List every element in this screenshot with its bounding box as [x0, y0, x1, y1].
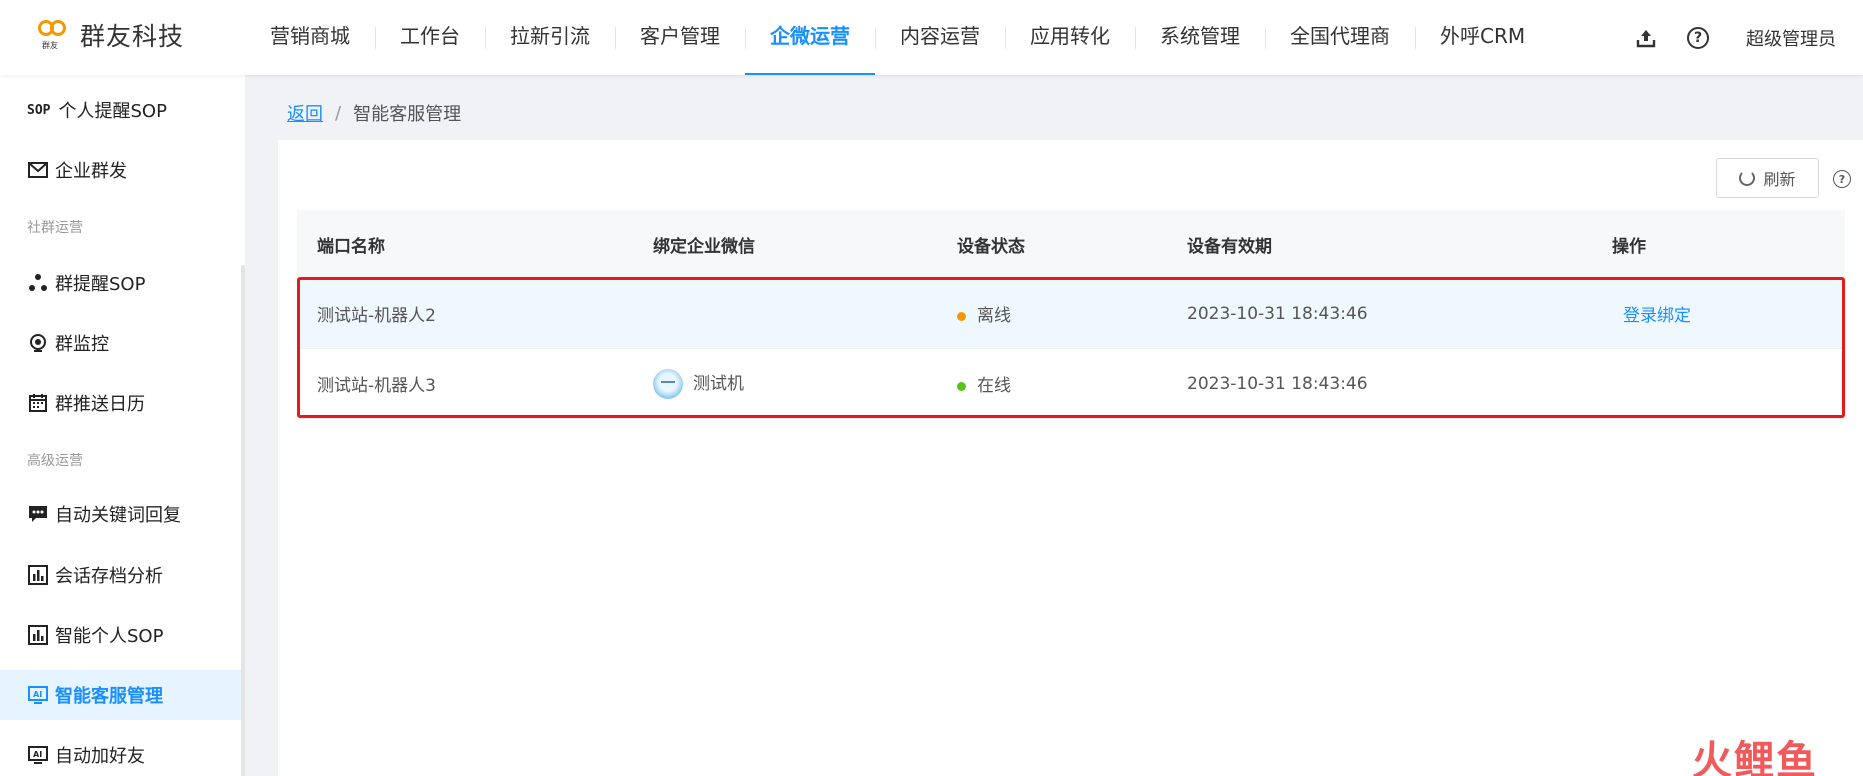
brand-logo[interactable]: 群友 群友科技 — [36, 16, 184, 54]
nav-item-marketing-mall[interactable]: 营销商城 — [245, 0, 375, 75]
sidebar-item-label: 企业群发 — [55, 161, 127, 182]
col-header-expiry: 设备有效期 — [1187, 237, 1272, 257]
refresh-button[interactable]: 刷新 — [1716, 158, 1819, 198]
port-table: 端口名称 绑定企业微信 设备状态 设备有效期 操作 测试站-机器人2 离线 20… — [297, 210, 1845, 419]
breadcrumb: 返回 / 智能客服管理 — [287, 100, 461, 126]
nav-item-app-conversion[interactable]: 应用转化 — [1005, 0, 1135, 75]
port-name: 测试站-机器人2 — [317, 306, 436, 326]
ai-icon: AI — [27, 745, 49, 765]
logo-mark-icon: 群友 — [36, 16, 68, 54]
sidebar-group-advanced: 高级运营 — [27, 453, 83, 469]
sidebar-item-label: 个人提醒SOP — [58, 101, 167, 122]
col-header-action: 操作 — [1612, 237, 1646, 257]
sidebar-item-smart-personal-sop[interactable]: 智能个人SOP — [0, 610, 241, 660]
sidebar-item-session-archive[interactable]: 会话存档分析 — [0, 550, 241, 600]
bound-wecom: 测试机 — [653, 368, 744, 399]
chart-icon — [27, 565, 49, 585]
watermark-logo: 火鲤鱼 — [1692, 738, 1818, 776]
ai-icon: AI — [27, 685, 49, 705]
group-sop-icon — [27, 273, 49, 293]
nav-item-content-ops[interactable]: 内容运营 — [875, 0, 1005, 75]
nav-item-customer-mgmt[interactable]: 客户管理 — [615, 0, 745, 75]
mail-icon — [27, 160, 49, 180]
sidebar-scrollbar[interactable] — [241, 265, 245, 776]
sidebar-item-label: 智能个人SOP — [55, 626, 164, 647]
sidebar-item-keyword-reply[interactable]: 自动关键词回复 — [0, 489, 241, 539]
avatar — [653, 368, 683, 399]
camera-icon — [27, 333, 49, 353]
nav-item-system-mgmt[interactable]: 系统管理 — [1135, 0, 1265, 75]
online-status-dot — [957, 381, 966, 391]
sidebar-item-label: 群监控 — [55, 334, 109, 355]
col-header-port-name: 端口名称 — [317, 237, 385, 257]
user-menu[interactable]: 超级管理员 — [1746, 25, 1836, 51]
sidebar-group-community: 社群运营 — [27, 220, 83, 236]
help-icon[interactable]: ? — [1833, 170, 1851, 188]
main-nav: 营销商城 工作台 拉新引流 客户管理 企微运营 内容运营 应用转化 系统管理 全… — [245, 0, 1550, 75]
col-header-bound-wecom: 绑定企业微信 — [653, 237, 755, 257]
calendar-icon — [27, 393, 49, 413]
help-icon[interactable]: ? — [1686, 26, 1710, 50]
offline-status-dot — [957, 311, 966, 321]
device-status: 离线 — [957, 301, 1011, 326]
sidebar-item-mass-send[interactable]: 企业群发 — [0, 145, 241, 195]
svg-text:AI: AI — [33, 750, 42, 759]
breadcrumb-separator: / — [335, 102, 342, 124]
table-header: 端口名称 绑定企业微信 设备状态 设备有效期 操作 — [297, 210, 1845, 279]
sidebar-item-label: 群提醒SOP — [55, 274, 146, 295]
sidebar-item-label: 自动关键词回复 — [55, 505, 181, 526]
sidebar-item-push-calendar[interactable]: 群推送日历 — [0, 378, 241, 428]
sidebar-item-group-monitor[interactable]: 群监控 — [0, 318, 241, 368]
upload-icon[interactable] — [1634, 26, 1658, 50]
device-status: 在线 — [957, 371, 1011, 396]
svg-text:AI: AI — [33, 690, 42, 699]
sidebar-item-personal-sop[interactable]: SOP 个人提醒SOP — [0, 85, 241, 135]
refresh-label: 刷新 — [1763, 170, 1796, 189]
sidebar: SOP 个人提醒SOP 企业群发 社群运营 群提醒SOP 群监控 群推送日历 高… — [0, 75, 245, 776]
breadcrumb-current: 智能客服管理 — [353, 104, 462, 125]
login-bind-link[interactable]: 登录绑定 — [1623, 301, 1691, 326]
port-name: 测试站-机器人3 — [317, 376, 436, 396]
table-row[interactable]: 测试站-机器人3 测试机 在线 2023-10-31 18:43:46 — [297, 349, 1845, 419]
chart-icon — [27, 625, 49, 645]
sidebar-item-auto-add-friend[interactable]: AI 自动加好友 — [0, 730, 241, 776]
sidebar-item-label: 自动加好友 — [55, 746, 145, 767]
nav-item-acquisition[interactable]: 拉新引流 — [485, 0, 615, 75]
content-card: 刷新 ? 端口名称 绑定企业微信 设备状态 设备有效期 操作 测试站-机器人2 … — [278, 140, 1863, 776]
nav-item-wecom-ops[interactable]: 企微运营 — [745, 0, 875, 75]
device-expiry: 2023-10-31 18:43:46 — [1187, 303, 1368, 324]
brand-name: 群友科技 — [80, 22, 185, 51]
sidebar-item-label: 群推送日历 — [55, 394, 145, 415]
device-expiry: 2023-10-31 18:43:46 — [1187, 373, 1368, 394]
table-row[interactable]: 测试站-机器人2 离线 2023-10-31 18:43:46 登录绑定 — [297, 279, 1845, 349]
sidebar-item-label: 智能客服管理 — [55, 686, 163, 707]
col-header-device-status: 设备状态 — [957, 237, 1025, 257]
nav-item-outbound-crm[interactable]: 外呼CRM — [1415, 0, 1550, 75]
sop-icon: SOP — [27, 102, 51, 118]
sidebar-item-label: 会话存档分析 — [55, 566, 163, 587]
back-link[interactable]: 返回 — [287, 100, 323, 126]
sidebar-item-smart-cs[interactable]: AI 智能客服管理 — [0, 670, 241, 720]
chat-icon — [27, 504, 49, 524]
nav-item-agents[interactable]: 全国代理商 — [1265, 0, 1415, 75]
top-header: 群友 群友科技 营销商城 工作台 拉新引流 客户管理 企微运营 内容运营 应用转… — [0, 0, 1863, 75]
refresh-icon — [1739, 170, 1756, 186]
sidebar-item-group-sop[interactable]: 群提醒SOP — [0, 258, 241, 308]
nav-item-workbench[interactable]: 工作台 — [375, 0, 485, 75]
